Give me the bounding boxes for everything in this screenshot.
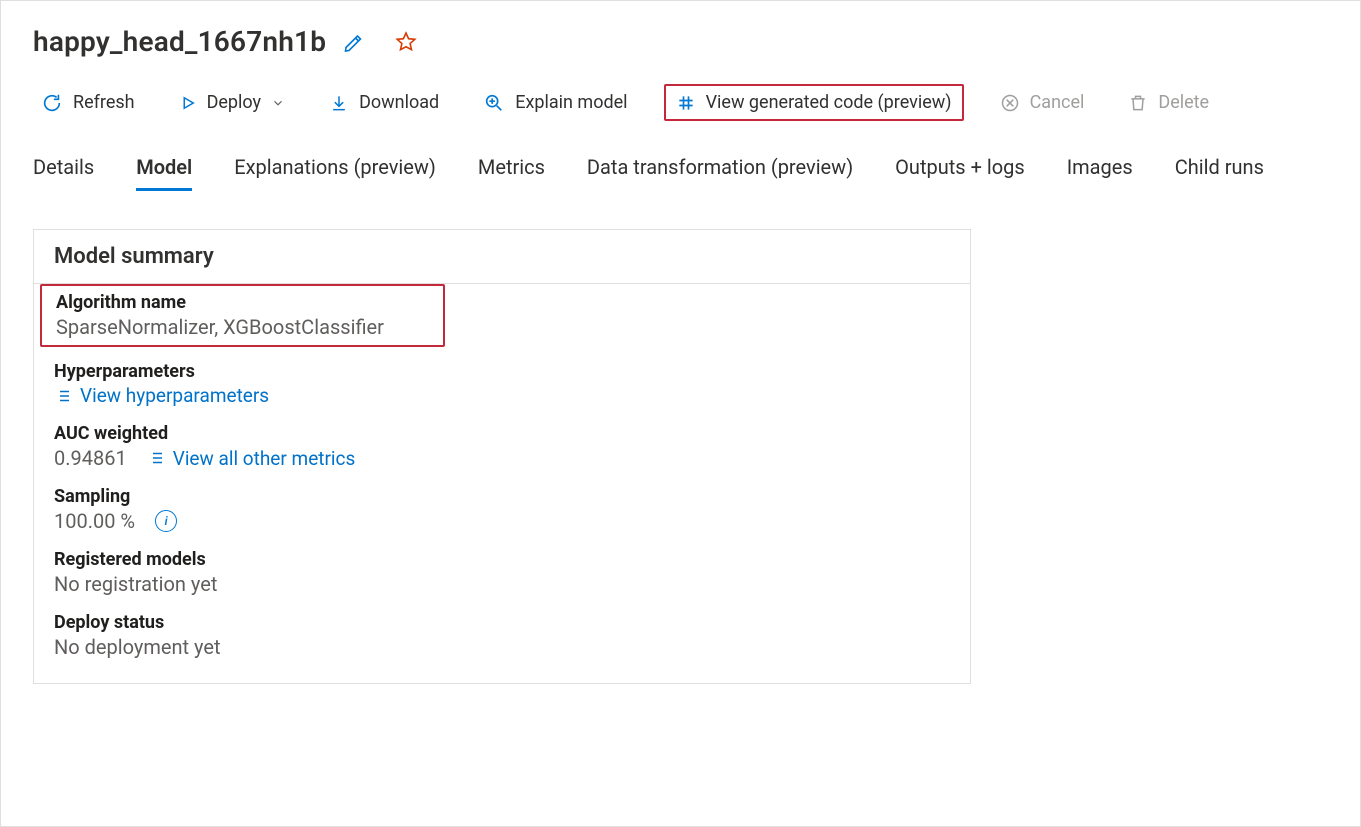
delete-button: Delete [1120,86,1217,119]
tab-details[interactable]: Details [33,151,94,189]
model-summary-title: Model summary [34,230,970,284]
auc-weighted-field: AUC weighted 0.94861 View all other metr… [34,413,970,476]
tabs: Details Model Explanations (preview) Met… [33,151,1328,189]
model-summary-card: Model summary Algorithm name SparseNorma… [33,229,971,684]
title-row: happy_head_1667nh1b [33,25,1328,58]
tab-data-transformation[interactable]: Data transformation (preview) [587,151,853,189]
list-icon [54,387,72,405]
edit-icon[interactable] [342,30,366,54]
registered-label: Registered models [54,549,950,570]
tab-model[interactable]: Model [136,151,192,189]
deploy-status-label: Deploy status [54,612,950,633]
viewcode-label: View generated code (preview) [706,92,952,113]
cancel-button: Cancel [992,86,1093,119]
tab-metrics[interactable]: Metrics [478,151,545,189]
deploy-status-field: Deploy status No deployment yet [34,602,970,665]
deploy-label: Deploy [207,92,262,113]
chevron-down-icon [271,96,285,110]
explain-model-button[interactable]: Explain model [475,86,635,120]
view-hyperparameters-link[interactable]: View hyperparameters [54,384,269,407]
tab-images[interactable]: Images [1067,151,1133,189]
view-other-metrics-link[interactable]: View all other metrics [147,447,356,470]
tab-explanations[interactable]: Explanations (preview) [234,151,436,189]
download-label: Download [359,92,439,113]
explain-label: Explain model [515,92,627,113]
deploy-button[interactable]: Deploy [171,86,294,119]
auc-label: AUC weighted [54,423,950,444]
info-icon[interactable]: i [155,510,177,532]
sampling-value: 100.00 % [54,509,135,533]
sampling-field: Sampling 100.00 % i [34,476,970,539]
hyperparameters-field: Hyperparameters View hyperparameters [34,351,970,413]
registered-models-field: Registered models No registration yet [34,539,970,602]
tab-child-runs[interactable]: Child runs [1175,151,1264,189]
algorithm-name-label: Algorithm name [56,292,429,313]
view-generated-code-button[interactable]: View generated code (preview) [664,84,964,121]
toolbar: Refresh Deploy Download Explain model Vi… [33,84,1328,121]
algorithm-name-field: Algorithm name SparseNormalizer, XGBoost… [40,284,445,347]
auc-value: 0.94861 [54,446,127,470]
list-icon [147,449,165,467]
page-title: happy_head_1667nh1b [33,25,326,58]
registered-value: No registration yet [54,572,950,596]
deploy-status-value: No deployment yet [54,635,950,659]
delete-label: Delete [1158,92,1209,113]
auc-link-text: View all other metrics [173,447,356,470]
sampling-label: Sampling [54,486,950,507]
algorithm-name-value: SparseNormalizer, XGBoostClassifier [56,315,429,339]
download-button[interactable]: Download [321,86,447,119]
star-icon[interactable] [394,30,418,54]
refresh-button[interactable]: Refresh [33,86,143,120]
tab-outputs-logs[interactable]: Outputs + logs [895,151,1025,189]
hyperparameters-link-text: View hyperparameters [80,384,269,407]
refresh-label: Refresh [73,92,135,113]
cancel-label: Cancel [1030,92,1085,113]
hyperparameters-label: Hyperparameters [54,361,950,382]
